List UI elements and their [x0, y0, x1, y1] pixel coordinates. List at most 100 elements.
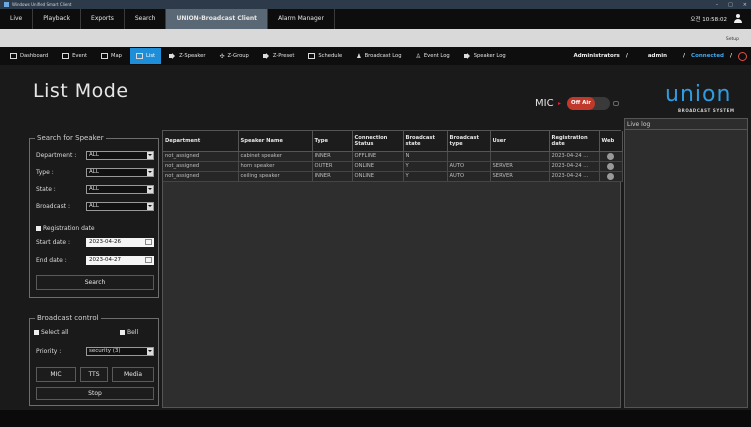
cell-type: INNER: [312, 151, 353, 162]
off-air-label: Off Air: [567, 97, 595, 110]
chevron-down-icon: [148, 205, 152, 207]
menu-union-broadcast-client[interactable]: UNION-Broadcast Client: [166, 9, 269, 29]
cell-broadcast-type: [447, 151, 491, 162]
broadcast-label: Broadcast :: [36, 203, 70, 210]
tool-label: Map: [111, 53, 122, 59]
end-date-input[interactable]: 2023-04-27: [86, 256, 154, 265]
broadcast-select[interactable]: ALL: [86, 202, 154, 211]
bell-check[interactable]: Bell: [120, 329, 138, 336]
calendar-icon[interactable]: [145, 257, 152, 263]
page-title: List Mode: [33, 80, 129, 102]
col-department[interactable]: Department: [163, 131, 239, 152]
menu-playback[interactable]: Playback: [33, 9, 82, 29]
menu-live[interactable]: Live: [0, 9, 34, 29]
col-broadcast-type[interactable]: Broadcast type: [447, 131, 491, 152]
tool-event-log[interactable]: ♙ Event Log: [410, 48, 456, 64]
cell-web[interactable]: [599, 171, 623, 182]
cell-type: INNER: [312, 171, 353, 182]
table-row[interactable]: not_assigned ceiling speaker INNER ONLIN…: [163, 171, 623, 182]
mic-button[interactable]: MIC: [36, 367, 76, 382]
monitor-icon: [62, 53, 70, 59]
user-icon[interactable]: [733, 14, 743, 24]
type-select[interactable]: ALL: [86, 168, 154, 177]
globe-icon[interactable]: [607, 152, 614, 160]
tool-dashboard[interactable]: Dashboard: [4, 48, 54, 64]
tool-speaker-log[interactable]: Speaker Log: [458, 48, 512, 64]
department-value: ALL: [89, 152, 99, 158]
tool-z-group[interactable]: ✣ Z-Group: [214, 48, 255, 64]
col-speaker-name[interactable]: Speaker Name: [238, 131, 313, 152]
menu-exports[interactable]: Exports: [81, 9, 125, 29]
checkbox[interactable]: [120, 330, 125, 335]
col-web[interactable]: Web: [599, 131, 623, 152]
cell-connection-status: OFFLINE: [352, 151, 404, 162]
close-button[interactable]: ×: [743, 2, 747, 8]
cell-user: [490, 151, 550, 162]
cell-department: not_assigned: [163, 151, 239, 162]
globe-icon[interactable]: [607, 162, 614, 170]
cell-speaker-name: ceiling speaker: [238, 171, 313, 182]
cell-web[interactable]: [599, 161, 623, 172]
col-broadcast-state[interactable]: Broadcast state: [403, 131, 448, 152]
menu-alarm-manager[interactable]: Alarm Manager: [268, 9, 335, 29]
calendar-icon[interactable]: [145, 239, 152, 245]
state-label: State :: [36, 186, 56, 193]
setup-link[interactable]: Setup: [726, 37, 739, 42]
tool-map[interactable]: Map: [95, 48, 128, 64]
col-user[interactable]: User: [490, 131, 550, 152]
cell-broadcast-state: Y: [403, 171, 448, 182]
cell-broadcast-state: Y: [403, 161, 448, 172]
tts-button[interactable]: TTS: [80, 367, 108, 382]
registration-date-check[interactable]: Registration date: [36, 225, 95, 232]
globe-icon[interactable]: [607, 172, 614, 180]
search-button[interactable]: Search: [36, 275, 154, 290]
tool-broadcast-log[interactable]: ♟ Broadcast Log: [350, 48, 407, 64]
menu-search[interactable]: Search: [125, 9, 167, 29]
tool-label: Dashboard: [20, 53, 49, 59]
group-icon: ✣: [219, 52, 225, 60]
top-menu: Live Playback Exports Search UNION-Broad…: [0, 9, 751, 29]
table-row[interactable]: not_assigned horn speaker OUTER ONLINE Y…: [163, 161, 623, 172]
stop-button[interactable]: Stop: [36, 387, 154, 400]
arrow-right-icon: ▸: [558, 100, 562, 107]
cell-registration-date: 2023-04-24 ...: [549, 151, 600, 162]
checkbox[interactable]: [34, 330, 39, 335]
state-select[interactable]: ALL: [86, 185, 154, 194]
tool-schedule[interactable]: Schedule: [302, 48, 348, 64]
cell-web[interactable]: [599, 151, 623, 162]
tool-list[interactable]: List: [129, 48, 162, 64]
state-value: ALL: [89, 186, 99, 192]
tool-label: Z-Group: [227, 53, 249, 59]
department-label: Department :: [36, 152, 77, 159]
search-for-speaker-panel: Search for Speaker Department : ALL Type…: [29, 134, 159, 298]
col-type[interactable]: Type: [312, 131, 353, 152]
mic-label: MIC: [535, 98, 554, 109]
select-all-check[interactable]: Select all: [34, 329, 68, 336]
power-icon[interactable]: [738, 51, 747, 61]
tool-z-speaker[interactable]: Z-Speaker: [163, 48, 211, 64]
col-connection-status[interactable]: Connection Status: [352, 131, 404, 152]
type-value: ALL: [89, 169, 99, 175]
media-button[interactable]: Media: [112, 367, 154, 382]
priority-select[interactable]: security (3): [86, 347, 154, 356]
minimize-button[interactable]: –: [716, 2, 719, 8]
cell-registration-date: 2023-04-24 ...: [549, 171, 600, 182]
priority-value: security (3): [89, 348, 121, 354]
speaker-icon: [262, 53, 270, 59]
tool-event[interactable]: Event: [56, 48, 93, 64]
table-row[interactable]: not_assigned cabinet speaker INNER OFFLI…: [163, 151, 623, 162]
tool-z-preset[interactable]: Z-Preset: [257, 48, 301, 64]
speaker-table-area: Department Speaker Name Type Connection …: [162, 130, 623, 408]
cell-connection-status: ONLINE: [352, 171, 404, 182]
checkbox[interactable]: [36, 226, 41, 231]
chevron-down-icon: [148, 154, 152, 156]
off-air-toggle[interactable]: Off Air: [567, 97, 610, 110]
department-select[interactable]: ALL: [86, 151, 154, 160]
start-date-input[interactable]: 2023-04-26: [86, 238, 154, 247]
col-registration-date[interactable]: Registration date: [549, 131, 600, 152]
start-date-label: Start date :: [36, 239, 71, 246]
table-header-row: Department Speaker Name Type Connection …: [163, 131, 623, 152]
tool-label: List: [145, 53, 156, 59]
cell-broadcast-type: AUTO: [447, 171, 491, 182]
maximize-button[interactable]: □: [728, 2, 733, 8]
